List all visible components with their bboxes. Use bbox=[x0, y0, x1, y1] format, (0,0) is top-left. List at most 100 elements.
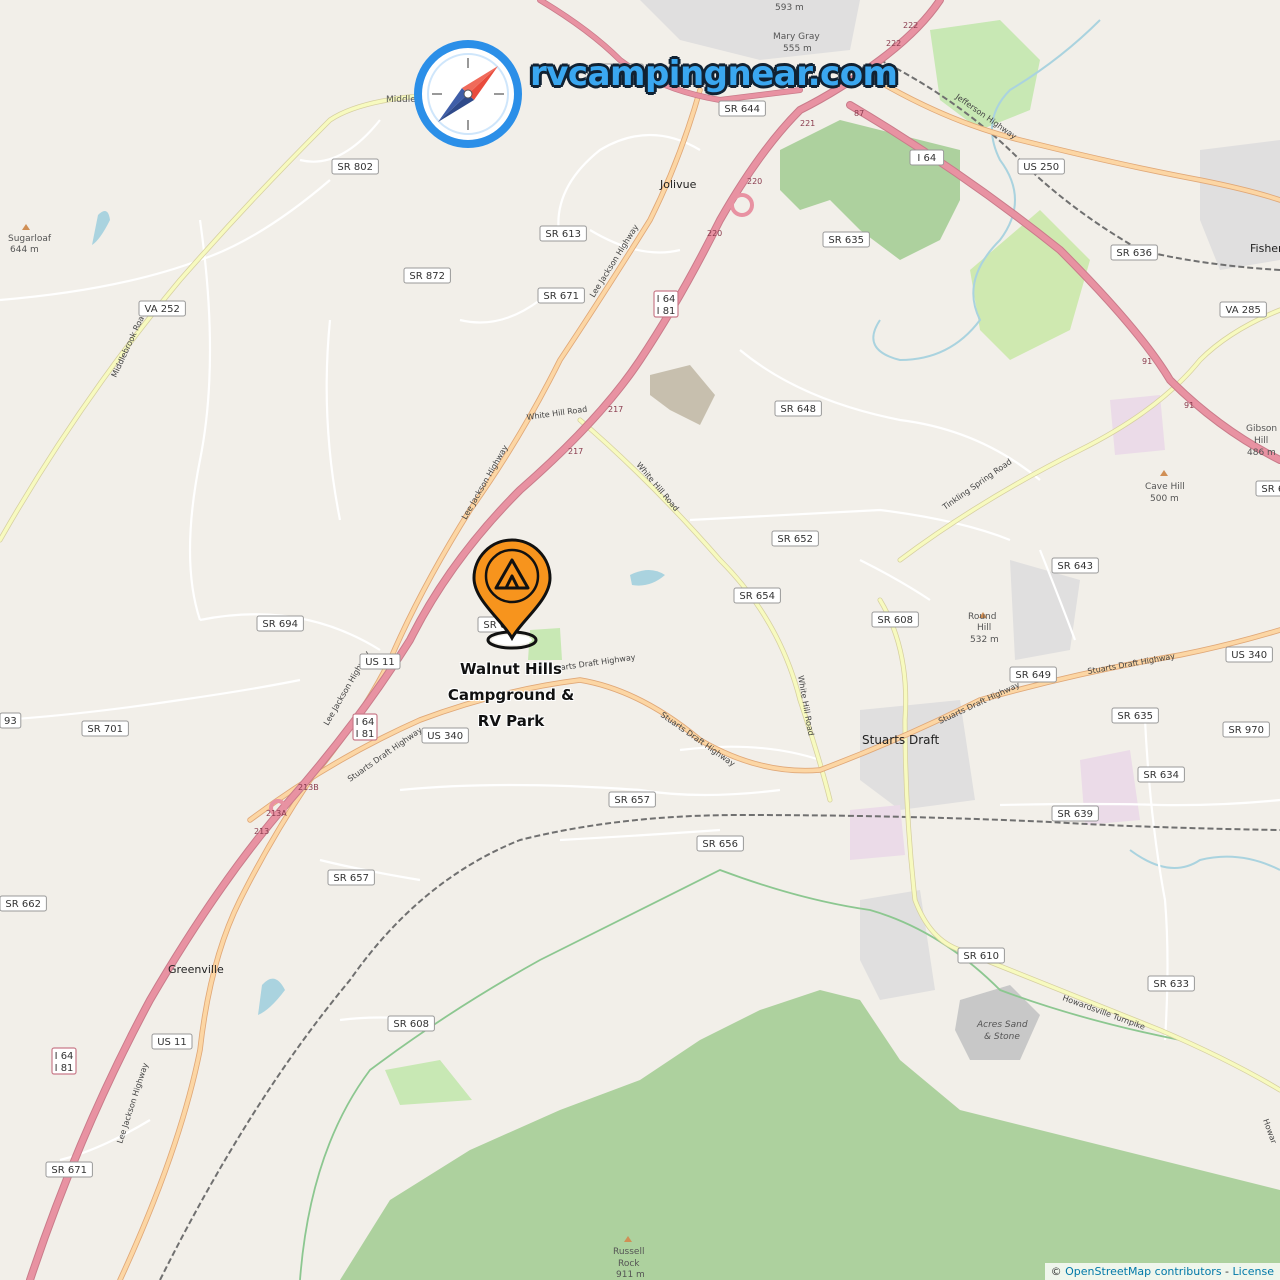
route-shield-label: SR 649 bbox=[1015, 670, 1051, 681]
exit-217b: 217 bbox=[568, 447, 583, 456]
peak-russell-rock-name2: Rock bbox=[618, 1259, 640, 1269]
industrial-area-mid bbox=[850, 805, 905, 860]
route-shield-label: SR 970 bbox=[1228, 725, 1264, 736]
route-shield-sr656: SR 656 bbox=[696, 835, 744, 852]
map-canvas[interactable]: Lee Jackson Highway Lee Jackson Highway … bbox=[0, 0, 1280, 1280]
route-shield-us340_right: US 340 bbox=[1225, 646, 1273, 663]
route-shield-label: SR 694 bbox=[262, 619, 298, 630]
route-shield-label: SR 634 bbox=[1143, 770, 1179, 781]
route-shield-label: I 64 bbox=[917, 153, 936, 164]
interstate-shield-i64_a: I 64I 81 bbox=[653, 290, 679, 318]
place-label-greenville: Greenville bbox=[168, 963, 224, 976]
peak-round-hill-elev: 532 m bbox=[970, 635, 999, 645]
route-shield-sr633: SR 633 bbox=[1147, 975, 1195, 992]
route-shield-us11_a: US 11 bbox=[359, 653, 401, 670]
route-shield-label: SR 701 bbox=[87, 724, 123, 735]
route-shield-sr693: 93 bbox=[0, 712, 22, 729]
route-shield-label: SR 633 bbox=[1153, 979, 1189, 990]
route-shield-label: SR 643 bbox=[1057, 561, 1093, 572]
osm-link[interactable]: OpenStreetMap contributors bbox=[1065, 1265, 1221, 1278]
interstate-label-top: I 64 bbox=[356, 717, 375, 728]
route-shield-va252: VA 252 bbox=[138, 300, 186, 317]
exit-222b: 222 bbox=[886, 39, 901, 48]
route-shield-label: SR 648 bbox=[780, 404, 816, 415]
route-shield-sr701: SR 701 bbox=[81, 720, 129, 737]
map-view[interactable]: Lee Jackson Highway Lee Jackson Highway … bbox=[0, 0, 1280, 1280]
route-shield-sr802: SR 802 bbox=[331, 158, 379, 175]
route-shield-us250: US 250 bbox=[1017, 158, 1065, 175]
route-shield-sr649: SR 649 bbox=[1009, 666, 1057, 683]
attribution-separator: - bbox=[1221, 1265, 1233, 1278]
route-shield-label: SR 662 bbox=[5, 899, 41, 910]
place-label-fisher: Fisher bbox=[1250, 242, 1280, 255]
route-shield-sr970: SR 970 bbox=[1222, 721, 1270, 738]
route-shield-i64_top: I 64 bbox=[909, 149, 945, 166]
exit-91a: 91 bbox=[1142, 357, 1152, 366]
route-shield-label: SR 671 bbox=[543, 291, 579, 302]
interstate-shield-i64_b: I 64I 81 bbox=[352, 713, 378, 741]
route-shield-sr671_low: SR 671 bbox=[45, 1161, 93, 1178]
license-link[interactable]: License bbox=[1233, 1265, 1274, 1278]
route-shield-sr635_mid: SR 635 bbox=[1111, 707, 1159, 724]
route-shield-label: SR 639 bbox=[1057, 809, 1093, 820]
route-shield-label: US 250 bbox=[1023, 162, 1059, 173]
route-shield-sr671_top: SR 671 bbox=[537, 287, 585, 304]
route-shield-sr608_low: SR 608 bbox=[387, 1015, 435, 1032]
route-shield-sr662: SR 662 bbox=[0, 895, 47, 912]
route-shield-sr657_b: SR 657 bbox=[327, 869, 375, 886]
route-shield-label: SR 657 bbox=[614, 795, 650, 806]
route-shield-sr648: SR 648 bbox=[774, 400, 822, 417]
route-shield-sr652: SR 652 bbox=[771, 530, 819, 547]
route-shield-label: US 11 bbox=[365, 657, 395, 668]
route-shield-sr608_mid: SR 608 bbox=[871, 611, 919, 628]
exit-220b: 220 bbox=[707, 229, 722, 238]
route-shield-label: SR 62 bbox=[1261, 484, 1280, 495]
attribution-prefix: © bbox=[1050, 1265, 1066, 1278]
route-shield-va285: VA 285 bbox=[1219, 301, 1267, 318]
route-shield-label: US 340 bbox=[1231, 650, 1267, 661]
peak-round-hill-name2: Hill bbox=[977, 623, 991, 633]
peak-russell-rock-elev: 911 m bbox=[616, 1270, 645, 1280]
peak-cave-hill-name: Cave Hill bbox=[1145, 482, 1185, 492]
exit-217a: 217 bbox=[608, 405, 623, 414]
label-acres-sand-2: & Stone bbox=[984, 1032, 1020, 1042]
route-shield-label: SR 652 bbox=[777, 534, 813, 545]
exit-220a: 220 bbox=[747, 177, 762, 186]
route-shield-label: SR 802 bbox=[337, 162, 373, 173]
interstate-label-bottom: I 81 bbox=[356, 729, 375, 740]
peak-sugarloaf-elev: 644 m bbox=[10, 245, 39, 255]
interstate-label-bottom: I 81 bbox=[657, 306, 676, 317]
route-shield-sr636: SR 636 bbox=[1110, 244, 1158, 261]
exit-222a: 222 bbox=[903, 21, 918, 30]
route-shield-label: SR 872 bbox=[409, 271, 445, 282]
campground-name-label: Walnut Hills Campground & RV Park bbox=[447, 660, 575, 730]
peak-cave-hill-elev: 500 m bbox=[1150, 494, 1179, 504]
interstate-shield-i64_c: I 64I 81 bbox=[51, 1047, 77, 1075]
route-shield-label: VA 285 bbox=[1226, 305, 1261, 316]
peak-top-elev: 593 m bbox=[775, 3, 804, 13]
route-shield-label: SR 657 bbox=[333, 873, 369, 884]
exit-213b: 213B bbox=[298, 783, 319, 792]
place-label-stuarts-draft: Stuarts Draft bbox=[862, 733, 940, 747]
peak-sugarloaf-name: Sugarloaf bbox=[8, 234, 52, 244]
interstate-label-bottom: I 81 bbox=[55, 1063, 74, 1074]
route-shield-sr643: SR 643 bbox=[1051, 557, 1099, 574]
peak-round-hill-name1: Round bbox=[968, 612, 996, 622]
brand-logo: rvcampingnear.com bbox=[414, 40, 898, 152]
route-shield-sr610: SR 610 bbox=[957, 947, 1005, 964]
route-shield-sr639: SR 639 bbox=[1051, 805, 1099, 822]
route-shield-label: SR 613 bbox=[545, 229, 581, 240]
route-shield-label: SR 636 bbox=[1116, 248, 1152, 259]
route-shield-label: SR 654 bbox=[739, 591, 775, 602]
route-shield-label: US 11 bbox=[157, 1037, 187, 1048]
route-shield-us11_b: US 11 bbox=[151, 1033, 193, 1050]
route-shield-sr654: SR 654 bbox=[733, 587, 781, 604]
interstate-label-top: I 64 bbox=[55, 1051, 74, 1062]
exit-213: 213 bbox=[254, 827, 269, 836]
peak-gibson-hill-elev: 486 m bbox=[1247, 448, 1276, 458]
route-shield-sr635_top: SR 635 bbox=[822, 231, 870, 248]
route-shield-sr872: SR 872 bbox=[403, 267, 451, 284]
interstate-label-top: I 64 bbox=[657, 294, 676, 305]
place-label-jolivue: Jolivue bbox=[659, 178, 697, 191]
route-shield-label: SR 610 bbox=[963, 951, 999, 962]
